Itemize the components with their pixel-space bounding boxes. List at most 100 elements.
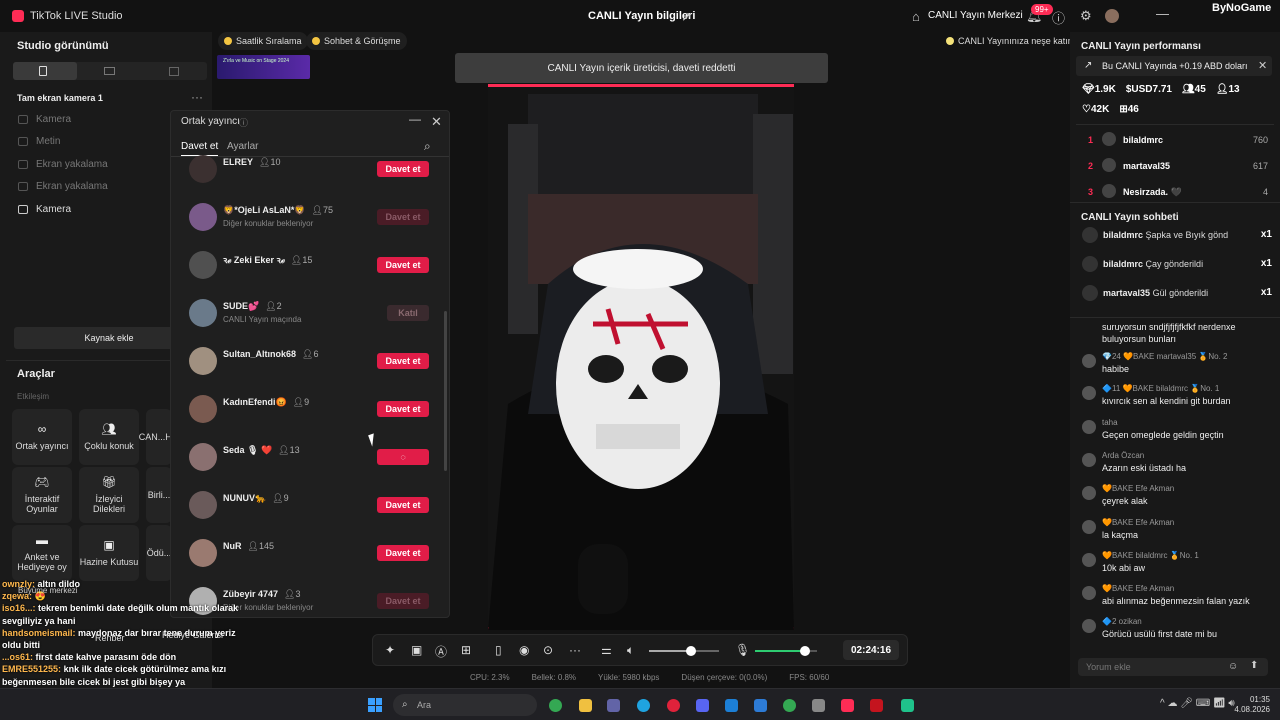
close-icon[interactable]: ✕ xyxy=(1258,59,1267,72)
mic-slider[interactable] xyxy=(755,646,817,656)
invite-button[interactable]: Davet et xyxy=(377,401,429,417)
notification-badge: 99+ xyxy=(1031,4,1053,15)
landscape-icon[interactable] xyxy=(104,67,115,75)
box-icon: ▣ xyxy=(103,537,115,552)
cohost-tool[interactable]: ∞ Ortak yayıncı xyxy=(12,409,72,465)
viewer-wishes-tool[interactable]: 🎁︎ İzleyici Dilekleri xyxy=(79,467,139,523)
mic-knob[interactable] xyxy=(799,646,810,656)
minimize-icon[interactable]: — xyxy=(1156,6,1169,21)
portrait-icon xyxy=(39,66,47,76)
hourly-ranking-pill[interactable]: Saatlik Sıralama xyxy=(218,32,308,50)
help-icon[interactable]: ⓘ xyxy=(239,116,248,129)
guide-label[interactable]: Rehber xyxy=(95,633,125,643)
edge-icon[interactable] xyxy=(637,699,650,712)
source-item[interactable]: Kamera xyxy=(18,114,71,125)
source-item[interactable]: Ekran yakalama xyxy=(18,181,108,192)
share-icon[interactable]: ↗ xyxy=(681,9,692,25)
cohost-user-row: NUNUV🐆 👤︎9 Davet et xyxy=(189,487,429,527)
reward-tool[interactable]: Ödü... xyxy=(146,525,172,581)
chat-text: suruyorsun sndjfjfjfjfkfkf nerdenxe xyxy=(1102,322,1236,332)
opera-icon[interactable] xyxy=(667,699,680,712)
teams-icon[interactable] xyxy=(607,699,620,712)
user-status: CANLI Yayın maçında xyxy=(223,315,302,324)
add-icon[interactable]: ⊞ xyxy=(461,643,471,657)
invite-button[interactable]: Davet et xyxy=(377,353,429,369)
app-icon[interactable] xyxy=(901,699,914,712)
home-icon[interactable]: ⌂ xyxy=(912,9,920,24)
adjust-icon[interactable]: ⚌ xyxy=(601,643,612,657)
source-item[interactable]: Kamera xyxy=(18,204,71,215)
rank-score: 617 xyxy=(1252,161,1268,171)
avatar xyxy=(1082,227,1098,243)
mic-icon[interactable]: 🎙︎ xyxy=(735,643,750,657)
steam-icon[interactable] xyxy=(754,699,767,712)
emoji-icon[interactable]: ☺ xyxy=(1228,661,1238,672)
invite-button[interactable]: Davet et xyxy=(377,209,429,225)
volume-slider[interactable] xyxy=(649,646,719,656)
comment-input[interactable]: Yorum ekle ☺ ⬆ xyxy=(1078,658,1268,676)
chrome-icon[interactable] xyxy=(549,699,562,712)
studio-view-label[interactable]: Studio görünümü xyxy=(17,40,109,52)
avatar xyxy=(1082,619,1096,633)
invite-button[interactable]: Davet et xyxy=(377,497,429,513)
interactive-games-tool[interactable]: 🎮︎ İnteraktif Oyunlar xyxy=(12,467,72,523)
source-item[interactable]: Ekran yakalama xyxy=(18,159,108,170)
youtube-icon[interactable] xyxy=(870,699,883,712)
taskbar-search[interactable]: Ara xyxy=(393,694,537,716)
discord-icon[interactable] xyxy=(696,699,709,712)
chat-text: kıvırcık sen al kendini git burdan xyxy=(1102,396,1231,406)
windows-start-icon[interactable] xyxy=(368,698,382,712)
chat-pill[interactable]: Sohbet & Görüşme xyxy=(306,32,407,50)
scene-more-icon[interactable]: ··· xyxy=(191,90,203,104)
chat-header: 🔷2 ozikan xyxy=(1102,617,1142,626)
avatar xyxy=(189,443,217,471)
invite-button[interactable]: Katıl xyxy=(387,305,429,321)
multi-guest-tool[interactable]: 👥︎ Çoklu konuk xyxy=(79,409,139,465)
event-banner[interactable]: Z'ırla ve Music on Stage 2024 xyxy=(217,55,310,79)
poll-tool[interactable]: ▬ Anket ve Hediyeye oy xyxy=(12,525,72,581)
chat-header: 🔷11 🧡BAKE bilaldmrc 🏅No. 1 xyxy=(1102,384,1220,393)
settings-gear-icon[interactable]: ⚙ xyxy=(1080,8,1092,24)
more-icon[interactable]: ··· xyxy=(569,643,581,657)
send-icon[interactable]: ⬆ xyxy=(1250,660,1258,671)
ai-icon[interactable]: Ⓐ xyxy=(435,643,447,660)
invite-button[interactable]: Davet et xyxy=(377,161,429,177)
partner-tool[interactable]: Birli... xyxy=(146,467,172,523)
rank-row[interactable]: 2 martaval35 617 xyxy=(1088,158,1268,179)
speaker-icon[interactable]: 🔈︎ xyxy=(627,643,634,658)
scrollbar[interactable] xyxy=(444,311,447,471)
phone-icon[interactable]: ▯ xyxy=(495,643,502,657)
minimize-icon[interactable]: — xyxy=(409,112,421,126)
invite-button[interactable]: Davet et xyxy=(377,545,429,561)
scene-name[interactable]: Tam ekran kamera 1 xyxy=(17,93,103,103)
camera-settings-icon[interactable]: ⊙ xyxy=(543,643,553,657)
help-icon[interactable]: ⓘ xyxy=(1052,8,1065,27)
record-icon[interactable]: ◉ xyxy=(519,643,529,657)
close-icon[interactable]: ✕ xyxy=(431,114,442,130)
growth-center-label[interactable]: Büyüme merkezi xyxy=(18,586,78,595)
invite-button[interactable]: Davet et xyxy=(377,257,429,273)
clock[interactable]: 01:35 4.08.2026 xyxy=(1218,695,1270,716)
explorer-icon[interactable] xyxy=(579,699,592,712)
mail-icon[interactable] xyxy=(725,699,738,712)
treasure-box-tool[interactable]: ▣ Hazine Kutusu xyxy=(79,525,139,581)
invite-button[interactable]: ◌ xyxy=(377,449,429,465)
gift-gallery-label[interactable]: Hediye Galerisi xyxy=(162,630,223,640)
volume-knob[interactable] xyxy=(686,646,696,656)
source-item[interactable]: Metin xyxy=(18,136,60,147)
app-icon[interactable] xyxy=(812,699,825,712)
tiktok-icon[interactable] xyxy=(841,699,854,712)
live-info-title[interactable]: CANLI Yayın bilgileri xyxy=(588,10,695,22)
rank-row[interactable]: 1 bilaldmrc 760 xyxy=(1088,132,1268,153)
chat-text: habibe xyxy=(1102,364,1130,374)
live-preview xyxy=(488,84,794,630)
live-tool[interactable]: CAN...H... xyxy=(139,409,179,465)
avatar[interactable] xyxy=(1105,9,1119,23)
chrome-icon[interactable] xyxy=(783,699,796,712)
users-icon: 👥︎ xyxy=(101,421,117,436)
hint-pill[interactable]: CANLI Yayınınıza neşe katın xyxy=(940,32,1079,50)
dropped-frames-stat: Düşen çerçeve: 0(0.0%) xyxy=(681,673,768,682)
live-center-link[interactable]: CANLI Yayın Merkezi xyxy=(928,10,1023,21)
divider xyxy=(1076,124,1274,125)
multi-layout-icon[interactable] xyxy=(169,67,179,76)
